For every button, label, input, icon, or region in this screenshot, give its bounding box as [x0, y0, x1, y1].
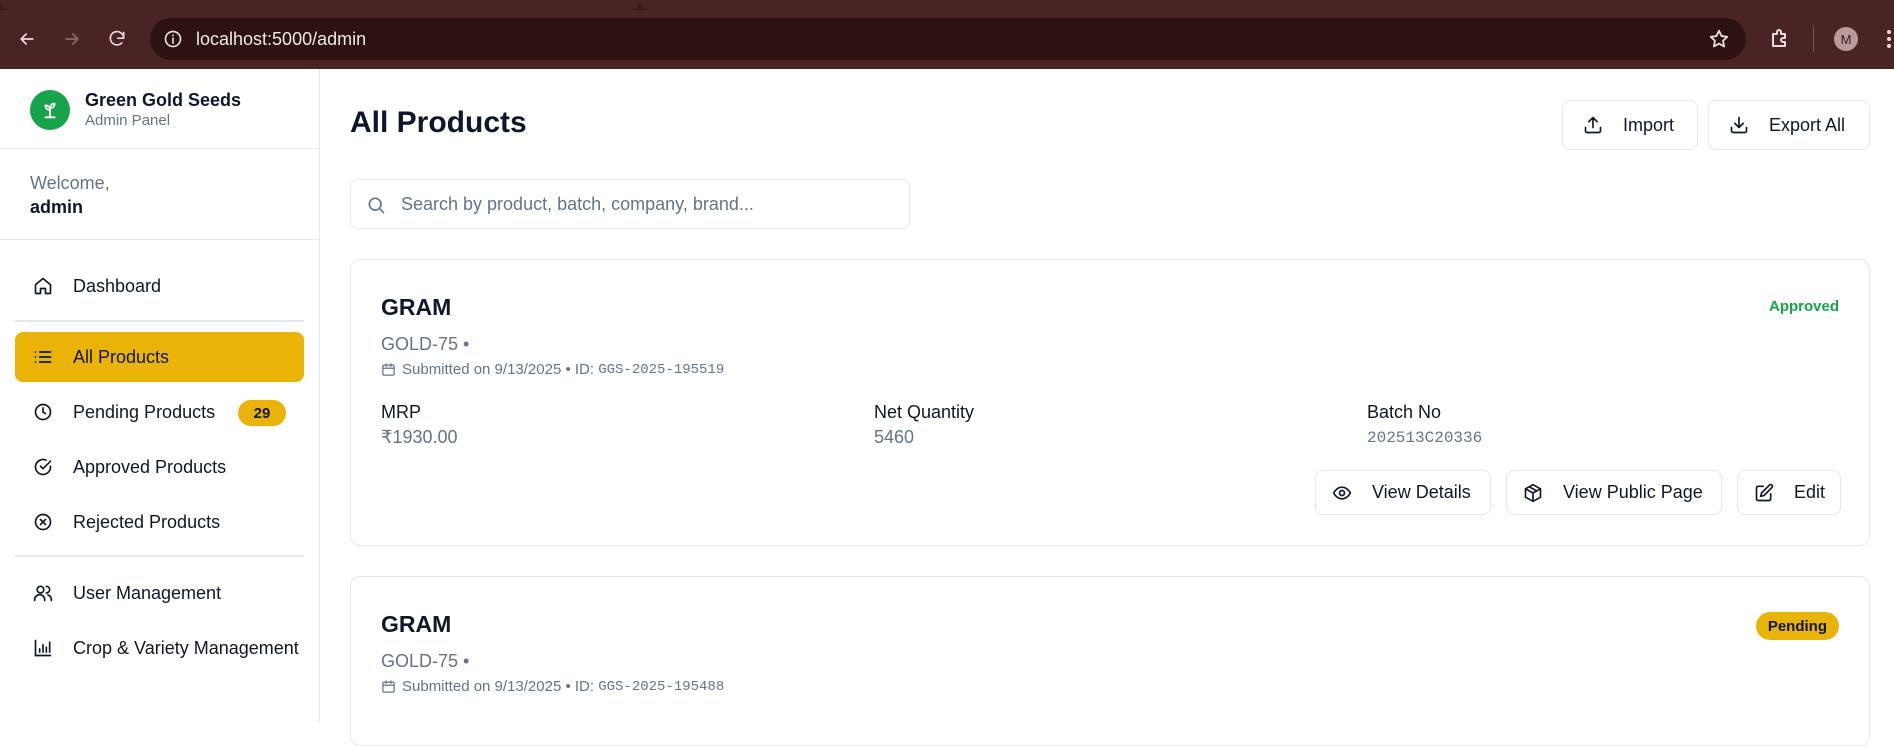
batch-no-label: Batch No	[1367, 402, 1442, 422]
bookmark-star-icon[interactable]	[1708, 28, 1730, 50]
net-quantity-label: Net Quantity	[874, 402, 975, 422]
view-details-button[interactable]: View Details	[1315, 470, 1491, 515]
list-icon	[34, 351, 52, 363]
edit-label: Edit	[1794, 482, 1826, 502]
browser-tab[interactable]	[0, 0, 640, 10]
divider	[0, 148, 319, 149]
sidebar-item-label: All Products	[73, 346, 170, 367]
username: admin	[30, 197, 84, 217]
sidebar: Green Gold Seeds Admin Panel Welcome, ad…	[0, 69, 320, 722]
submission-meta: Submitted on 9/13/2025 • ID: GGS-2025-19…	[381, 361, 724, 378]
product-id: GGS-2025-195488	[598, 678, 725, 695]
profile-avatar[interactable]: M	[1834, 27, 1858, 51]
toolbar-divider	[1813, 26, 1814, 52]
view-public-page-label: View Public Page	[1563, 482, 1703, 502]
sidebar-item-pending-products[interactable]: Pending Products 29	[15, 387, 304, 437]
product-variety: GOLD-75 •	[381, 651, 470, 671]
arrow-left-icon	[20, 33, 34, 45]
submitted-text: Submitted on 9/13/2025 • ID:	[402, 678, 595, 695]
product-name: GRAM	[381, 294, 452, 320]
product-name: GRAM	[381, 611, 452, 637]
clock-icon	[34, 403, 52, 421]
divider	[0, 239, 319, 240]
users-icon	[33, 585, 53, 602]
import-label: Import	[1623, 114, 1675, 135]
reload-icon	[109, 30, 125, 46]
sidebar-item-dashboard[interactable]: Dashboard	[15, 261, 304, 311]
net-quantity-value: 5460	[874, 427, 915, 447]
search-icon	[368, 197, 385, 214]
sidebar-item-label: Approved Products	[73, 456, 227, 477]
product-variety: GOLD-75 •	[381, 334, 470, 354]
more-menu-icon[interactable]	[1884, 28, 1894, 50]
check-circle-icon	[34, 458, 52, 476]
divider	[15, 555, 304, 557]
sidebar-item-all-products[interactable]: All Products	[15, 332, 304, 382]
package-icon	[1524, 483, 1542, 502]
download-icon	[1730, 116, 1748, 134]
home-icon	[34, 277, 52, 295]
sprout-logo-icon	[30, 90, 70, 130]
mrp-label: MRP	[381, 402, 421, 422]
site-info-icon[interactable]	[163, 29, 183, 49]
brand: Green Gold Seeds Admin Panel	[30, 89, 241, 131]
product-card: GRAM GOLD-75 • Submitted on 9/13/2025 • …	[350, 259, 1870, 546]
product-card: GRAM GOLD-75 • Submitted on 9/13/2025 • …	[350, 576, 1870, 746]
status-badge: Pending	[1755, 612, 1839, 640]
view-public-page-button[interactable]: View Public Page	[1506, 470, 1722, 515]
sidebar-item-label: Pending Products	[73, 401, 216, 422]
x-circle-icon	[34, 513, 52, 531]
reload-button[interactable]	[103, 25, 131, 53]
product-id: GGS-2025-195519	[598, 361, 725, 378]
calendar-icon	[382, 363, 395, 376]
mrp-value: ₹1930.00	[381, 427, 458, 447]
sidebar-item-label: User Management	[73, 582, 222, 603]
export-all-button[interactable]: Export All	[1708, 100, 1870, 150]
sidebar-item-approved-products[interactable]: Approved Products	[15, 442, 304, 492]
export-all-label: Export All	[1769, 114, 1846, 135]
status-badge: Approved	[1768, 298, 1839, 315]
sidebar-item-label: Crop & Variety Management	[73, 637, 299, 658]
url-text[interactable]: localhost:5000/admin	[196, 29, 366, 50]
edit-button[interactable]: Edit	[1737, 470, 1841, 515]
divider	[15, 320, 304, 322]
submission-meta: Submitted on 9/13/2025 • ID: GGS-2025-19…	[381, 678, 724, 695]
sidebar-item-user-management[interactable]: User Management	[15, 568, 304, 618]
browser-tab-inactive[interactable]	[640, 0, 1894, 10]
upload-icon	[1584, 116, 1602, 134]
import-button[interactable]: Import	[1562, 100, 1698, 150]
search-input[interactable]	[401, 180, 901, 228]
brand-subtitle: Admin Panel	[85, 112, 171, 129]
brand-name: Green Gold Seeds	[85, 90, 242, 110]
sidebar-item-crop-variety-management[interactable]: Crop & Variety Management	[15, 623, 304, 673]
extensions-icon[interactable]	[1768, 27, 1792, 51]
search-box[interactable]	[350, 179, 910, 229]
calendar-icon	[382, 680, 395, 693]
tab-strip	[0, 0, 1894, 10]
view-details-label: View Details	[1372, 482, 1471, 502]
batch-no-value: 202513C20336	[1367, 429, 1483, 447]
back-button[interactable]	[13, 25, 41, 53]
edit-icon	[1755, 483, 1774, 501]
address-bar[interactable]: localhost:5000/admin	[150, 18, 1746, 60]
eye-icon	[1332, 485, 1352, 500]
sidebar-item-label: Rejected Products	[73, 511, 221, 532]
sidebar-item-rejected-products[interactable]: Rejected Products	[15, 497, 304, 547]
bar-chart-icon	[34, 639, 52, 657]
arrow-right-icon	[65, 33, 79, 45]
welcome-text: Welcome,	[30, 173, 110, 193]
submitted-text: Submitted on 9/13/2025 • ID:	[402, 361, 595, 378]
page-title: All Products	[350, 106, 527, 139]
pending-count-badge: 29	[238, 400, 286, 426]
browser-toolbar: localhost:5000/admin M	[0, 0, 1894, 69]
forward-button[interactable]	[58, 25, 86, 53]
sidebar-item-label: Dashboard	[73, 275, 162, 296]
